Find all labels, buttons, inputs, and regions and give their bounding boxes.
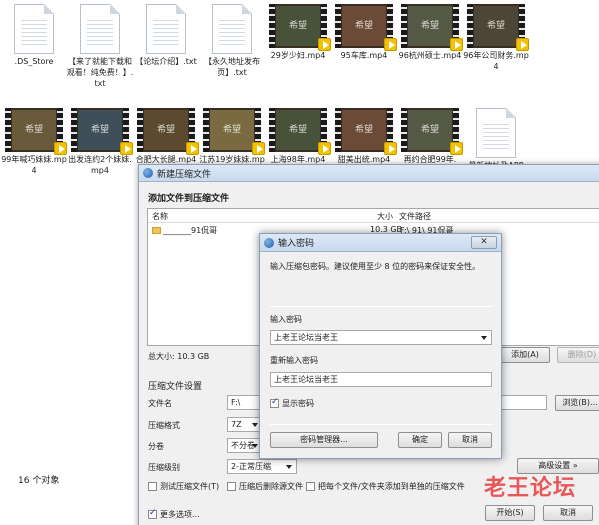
checkbox-box[interactable]	[306, 482, 315, 491]
file-item[interactable]: 希望 96年公司财务.mp4	[462, 4, 530, 72]
archive-cancel-button[interactable]: 取消	[543, 505, 593, 521]
file-item[interactable]: 【永久地址发布页】.txt	[198, 4, 266, 78]
file-item[interactable]: 希望 95车库.mp4	[330, 4, 398, 61]
document-icon	[476, 108, 516, 158]
file-item[interactable]: 希望 上海98年.mp4	[264, 108, 332, 165]
file-item[interactable]: 希望 99年喊巧妹妹.mp4	[0, 108, 68, 176]
level-label: 压缩级别	[148, 463, 180, 472]
video-file-icon: 希望	[401, 4, 463, 51]
app-icon	[264, 237, 274, 248]
file-name: 出发连约2个妹妹.mp4	[68, 155, 132, 175]
file-name: 29岁少妇.mp4	[270, 51, 326, 60]
file-item[interactable]: 希望 96杭州硕士.mp4	[396, 4, 464, 61]
start-button[interactable]: 开始(S)	[485, 505, 535, 521]
format-label: 压缩格式	[148, 421, 180, 430]
browse-button[interactable]: 浏览(B)...	[555, 395, 599, 411]
close-icon[interactable]: ✕	[471, 236, 497, 249]
file-name: 【永久地址发布页】.txt	[204, 57, 260, 77]
file-name: 95车库.mp4	[340, 51, 388, 60]
forum-watermark: 老王论坛	[484, 476, 577, 501]
file-name: 99年喊巧妹妹.mp4	[1, 155, 67, 175]
video-file-icon: 希望	[5, 108, 67, 155]
password-cancel-button[interactable]: 取消	[448, 432, 492, 448]
delete-button[interactable]: 删除(D)	[557, 347, 599, 363]
test-archive-checkbox[interactable]: 测试压缩文件(T)	[148, 481, 219, 492]
checkbox-box[interactable]	[148, 508, 157, 519]
col-path[interactable]: 文件路径	[399, 211, 431, 222]
checkbox-label: 更多选项...	[160, 510, 200, 519]
checkbox-label: 压缩后删除源文件	[239, 482, 303, 491]
file-item[interactable]: 希望 甜美出统.mp4	[330, 108, 398, 165]
video-file-icon: 希望	[467, 4, 529, 51]
video-file-icon: 希望	[71, 108, 133, 155]
document-icon	[212, 4, 252, 54]
checkbox-label: 测试压缩文件(T)	[160, 482, 220, 491]
archive-window-title: 新建压缩文件	[157, 169, 212, 180]
password-titlebar[interactable]: 输入密码	[260, 234, 501, 252]
file-name: 【论坛介绍】.txt	[135, 57, 197, 66]
file-name: .DS_Store	[14, 57, 54, 66]
file-item[interactable]: 希望 29岁少妇.mp4	[264, 4, 332, 61]
document-icon	[14, 4, 54, 54]
enter-password-field[interactable]: 上老王论坛当老王	[270, 330, 492, 345]
video-file-icon: 希望	[401, 108, 463, 155]
checkbox-box[interactable]	[148, 482, 157, 491]
archive-titlebar[interactable]: 新建压缩文件	[139, 165, 599, 182]
video-file-icon: 希望	[335, 108, 397, 155]
file-item[interactable]: 希望 再约合肥99年.	[396, 108, 464, 165]
file-name: 【来了就能下载和观看！纯免费！】.txt	[66, 57, 134, 88]
reenter-password-field[interactable]: 上老王论坛当老王	[270, 372, 492, 387]
settings-title: 压缩文件设置	[148, 382, 203, 392]
reenter-password-label: 重新输入密码	[270, 356, 318, 365]
password-manager-button[interactable]: 密码管理器...	[270, 432, 378, 448]
file-item[interactable]: 希望 出发连约2个妹妹.mp4	[66, 108, 134, 176]
video-file-icon: 希望	[203, 108, 265, 155]
checkbox-label: 把每个文件/文件夹添加到单独的压缩文件	[318, 482, 465, 491]
add-files-section-title: 添加文件到压缩文件	[148, 194, 230, 204]
password-hint: 输入压缩包密码。建议使用至少 8 位的密码来保证安全性。	[270, 262, 481, 271]
document-icon	[146, 4, 186, 54]
separate-archive-checkbox[interactable]: 把每个文件/文件夹添加到单独的压缩文件	[306, 481, 465, 492]
document-icon	[80, 4, 120, 54]
checkbox-label: 显示密码	[282, 399, 314, 408]
file-name: 96年公司财务.mp4	[463, 51, 529, 71]
video-file-icon: 希望	[269, 108, 331, 155]
file-item[interactable]: 最新地址及APP	[462, 108, 530, 171]
file-name: 96杭州硕士.mp4	[398, 51, 462, 60]
volume-label: 分卷	[148, 442, 164, 451]
video-file-icon: 希望	[137, 108, 199, 155]
total-size: 总大小: 10.3 GB	[148, 352, 210, 361]
more-options-checkbox[interactable]: 更多选项...	[148, 508, 200, 520]
file-list-header: 名称 大小 文件路径	[148, 209, 599, 223]
checkbox-box[interactable]	[227, 482, 236, 491]
video-file-icon: 希望	[335, 4, 397, 51]
ok-button[interactable]: 确定	[398, 432, 442, 448]
enter-password-label: 输入密码	[270, 315, 302, 324]
folder-icon	[152, 227, 161, 234]
volume-select[interactable]: 不分卷	[227, 438, 263, 453]
divider	[270, 306, 493, 307]
file-item[interactable]: 【论坛介绍】.txt	[132, 4, 200, 67]
video-file-icon: 希望	[269, 4, 331, 51]
level-select[interactable]: 2-正常压缩	[227, 459, 297, 474]
delete-source-checkbox[interactable]: 压缩后删除源文件	[227, 481, 303, 492]
format-select[interactable]: 7Z	[227, 417, 263, 432]
file-item[interactable]: 希望 合肥大长腿.mp4	[132, 108, 200, 165]
col-size[interactable]: 大小	[377, 211, 393, 222]
password-dialog-title: 输入密码	[278, 239, 315, 249]
file-item[interactable]: 【来了就能下载和观看！纯免费！】.txt	[66, 4, 134, 89]
col-name[interactable]: 名称	[152, 211, 168, 222]
row-name: _______91侃哥	[152, 225, 217, 236]
file-item[interactable]: .DS_Store	[0, 4, 68, 67]
password-dialog: 输入密码 ✕ 输入压缩包密码。建议使用至少 8 位的密码来保证安全性。 输入密码…	[259, 233, 502, 459]
filename-label: 文件名	[148, 399, 172, 408]
status-object-count: 16 个对象	[18, 476, 60, 486]
checkbox-box[interactable]	[270, 397, 279, 408]
show-password-checkbox[interactable]: 显示密码	[270, 397, 314, 409]
app-icon	[143, 168, 153, 178]
add-button[interactable]: 添加(A)	[500, 347, 550, 363]
divider	[270, 424, 493, 425]
